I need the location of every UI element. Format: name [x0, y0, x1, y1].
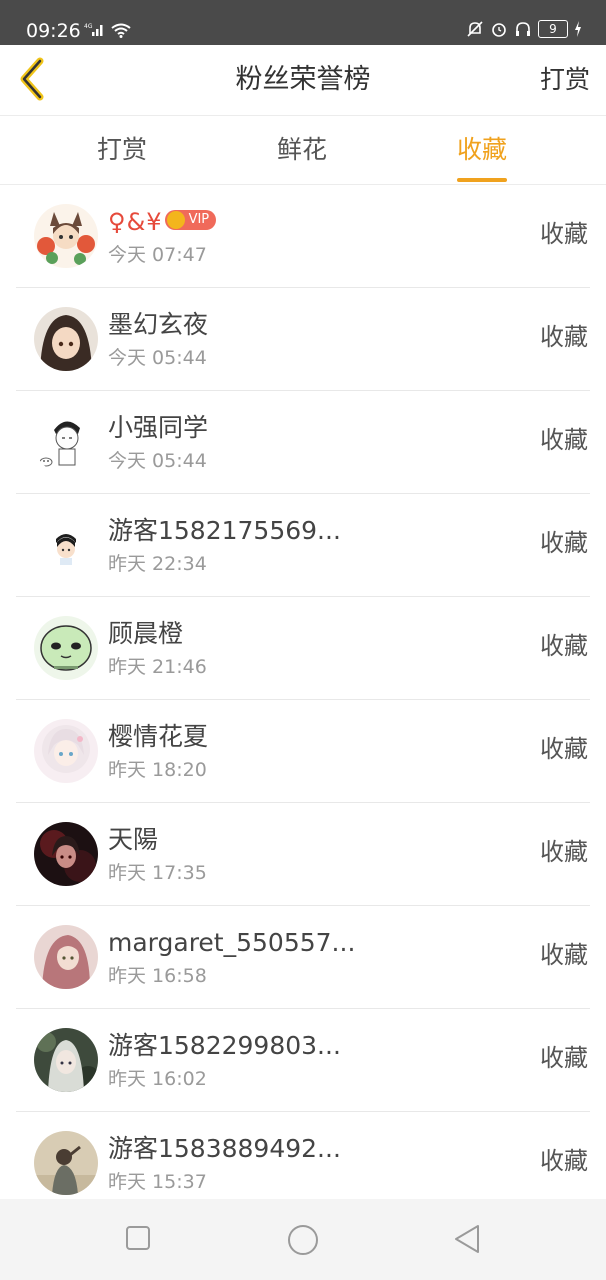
avatar[interactable] — [34, 616, 98, 680]
status-time: 09:26 — [26, 20, 81, 42]
recents-square-icon — [126, 1226, 150, 1250]
list-item[interactable]: 樱情花夏 昨天 18:20 收藏 — [16, 700, 590, 803]
action-label: 收藏 — [540, 220, 588, 248]
action-label: 收藏 — [540, 1044, 588, 1072]
list-item[interactable]: 小强同学 今天 05:44 收藏 — [16, 391, 590, 494]
header: 粉丝荣誉榜 打赏 — [0, 45, 606, 116]
signal-icon: 4G — [84, 22, 106, 42]
back-triangle-icon — [455, 1225, 479, 1253]
system-nav-bar — [0, 1199, 606, 1280]
crown-icon — [166, 211, 185, 229]
action-label: 收藏 — [540, 838, 588, 866]
action-label: 收藏 — [540, 941, 588, 969]
alarm-icon — [492, 23, 506, 37]
fan-name: 游客1582175569... — [108, 516, 341, 545]
fan-time: 今天 07:47 — [108, 244, 207, 266]
tab-favorites[interactable]: 收藏 — [457, 134, 508, 182]
avatar[interactable] — [34, 410, 98, 474]
fan-name: 游客1583889492... — [108, 1134, 341, 1163]
avatar[interactable] — [34, 719, 98, 783]
fan-time: 今天 05:44 — [108, 450, 207, 472]
battery-icon: 9 — [538, 20, 568, 38]
back-nav-button[interactable] — [452, 1223, 482, 1259]
vip-label: VIP — [188, 212, 210, 227]
mute-bell-icon — [467, 21, 483, 37]
network-type: 4G — [84, 23, 93, 30]
active-tab-indicator — [457, 178, 508, 182]
list-item[interactable]: 顾晨橙 昨天 21:46 收藏 — [16, 597, 590, 700]
fan-time: 昨天 18:20 — [108, 759, 207, 781]
avatar[interactable] — [34, 307, 98, 371]
tab-flowers[interactable]: 鲜花 — [277, 134, 327, 166]
fan-name: 樱情花夏 — [108, 722, 209, 751]
fan-name: ♀&¥ VIP — [108, 207, 217, 237]
action-label: 收藏 — [540, 323, 588, 351]
fan-time: 今天 05:44 — [108, 347, 207, 369]
tab-reward[interactable]: 打赏 — [97, 134, 147, 166]
fan-name: 顾晨橙 — [108, 619, 184, 648]
list-item[interactable]: 墨幻玄夜 今天 05:44 收藏 — [16, 288, 590, 391]
avatar[interactable] — [34, 1131, 98, 1195]
list-item[interactable]: 游客1582299803... 昨天 16:02 收藏 — [16, 1009, 590, 1112]
fan-time: 昨天 15:37 — [108, 1171, 207, 1193]
fan-name: 墨幻玄夜 — [108, 310, 209, 339]
list-item[interactable]: 游客1582175569... 昨天 22:34 收藏 — [16, 494, 590, 597]
reward-button[interactable]: 打赏 — [540, 64, 590, 96]
tab-favorites-label: 收藏 — [457, 135, 508, 164]
action-label: 收藏 — [540, 735, 588, 763]
fan-time: 昨天 16:02 — [108, 1068, 207, 1090]
fan-name: 天陽 — [108, 825, 159, 854]
home-circle-icon — [288, 1225, 318, 1255]
fan-time: 昨天 22:34 — [108, 553, 207, 575]
page-title: 粉丝荣誉榜 — [235, 64, 371, 95]
vip-badge: VIP — [164, 210, 217, 230]
fan-time: 昨天 17:35 — [108, 862, 207, 884]
list-item[interactable]: margaret_550557... 昨天 16:58 收藏 — [16, 906, 590, 1009]
fan-name: 游客1582299803... — [108, 1031, 341, 1060]
wifi-icon — [110, 22, 132, 42]
action-label: 收藏 — [540, 632, 588, 660]
headphones-icon — [516, 22, 530, 36]
action-label: 收藏 — [540, 426, 588, 454]
status-icons: 9 — [466, 20, 582, 38]
status-bar: 09:26 4G 9 — [0, 0, 606, 45]
avatar[interactable] — [34, 1028, 98, 1092]
action-label: 收藏 — [540, 1147, 588, 1175]
charging-icon — [575, 21, 581, 37]
avatar[interactable] — [34, 925, 98, 989]
fan-name: margaret_550557... — [108, 928, 356, 957]
fan-time: 昨天 21:46 — [108, 656, 207, 678]
fan-list: ♀&¥ VIP 今天 07:47 收藏 墨幻玄夜 今天 05:44 收藏 小强同… — [0, 185, 606, 1214]
fan-name-text: ♀&¥ — [108, 208, 163, 236]
avatar[interactable] — [34, 204, 98, 268]
avatar[interactable] — [34, 513, 98, 577]
fan-time: 昨天 16:58 — [108, 965, 207, 987]
recents-button[interactable] — [124, 1223, 152, 1257]
avatar[interactable] — [34, 822, 98, 886]
list-item[interactable]: ♀&¥ VIP 今天 07:47 收藏 — [16, 185, 590, 288]
action-label: 收藏 — [540, 529, 588, 557]
home-button[interactable] — [286, 1223, 320, 1261]
tab-bar: 打赏 鲜花 收藏 — [0, 116, 606, 185]
list-item[interactable]: 天陽 昨天 17:35 收藏 — [16, 803, 590, 906]
fan-name: 小强同学 — [108, 413, 209, 442]
